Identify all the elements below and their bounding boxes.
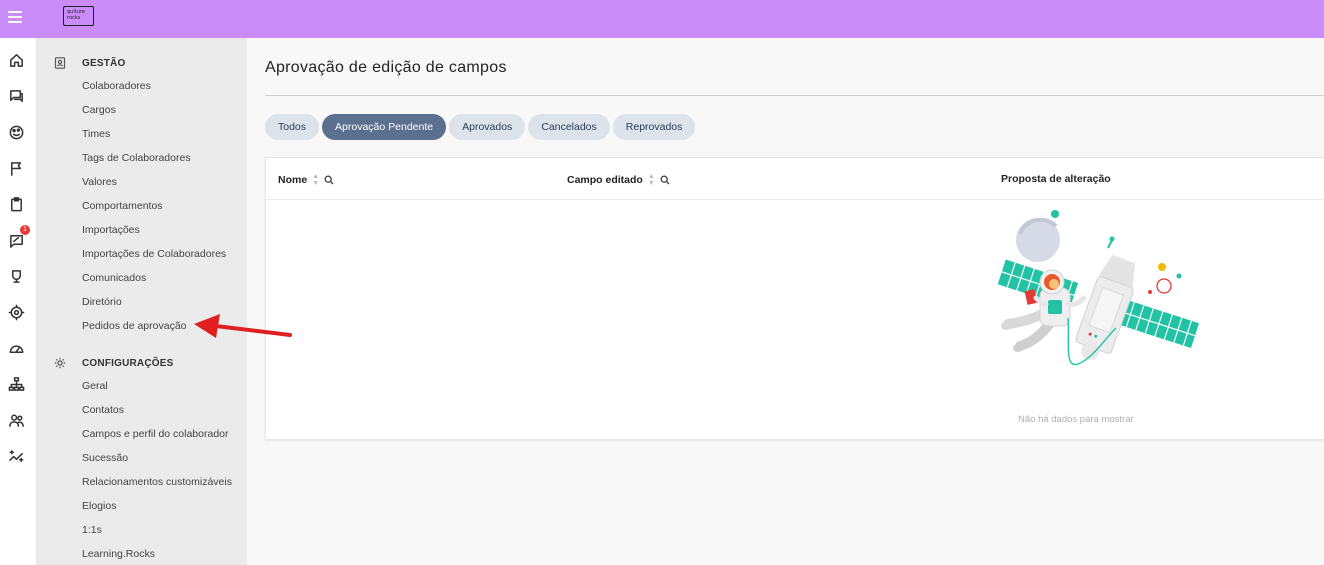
target-icon[interactable] [7,303,25,321]
search-icon[interactable] [324,175,334,185]
gauge-icon[interactable] [7,339,25,357]
sidebar-item-importacoes[interactable]: Importações [82,224,140,236]
notification-badge: 1 [20,225,30,235]
flag-icon[interactable] [7,159,25,177]
empty-state-astronaut-illustration [997,210,1200,366]
search-icon[interactable] [660,175,670,185]
sidebar-item-relacionamentos[interactable]: Relacionamentos customizáveis [82,476,232,488]
sidebar-item-comportamentos[interactable]: Comportamentos [82,200,163,212]
people-icon[interactable] [7,411,25,429]
title-divider [265,95,1324,96]
sort-icon[interactable]: ▲ ▼ [312,173,319,187]
logo[interactable]: qulture rocks [63,6,94,26]
sidebar-item-importacoes-colaboradores[interactable]: Importações de Colaboradores [82,248,226,260]
tab-todos[interactable]: Todos [265,114,320,140]
sidebar-item-valores[interactable]: Valores [82,176,117,188]
sidebar-item-sucessao[interactable]: Sucessão [82,452,128,464]
org-chart-icon[interactable] [7,375,25,393]
column-label-proposta: Proposta de alteração [1001,173,1111,185]
logo-text-bottom: rocks [67,15,81,21]
menu-icon[interactable] [8,11,22,23]
column-header-campo-editado[interactable]: Campo editado ▲ ▼ [567,173,670,187]
sidebar-item-diretorio[interactable]: Diretório [82,296,122,308]
sidebar: GESTÃO Colaboradores Cargos Times Tags d… [37,38,247,565]
table-header: Nome ▲ ▼ Campo editado ▲ ▼ Proposta de alt… [266,158,1324,200]
sidebar-item-times[interactable]: Times [82,128,110,140]
sidebar-item-contatos[interactable]: Contatos [82,404,124,416]
gear-icon [54,356,66,369]
column-label-campo-editado: Campo editado [567,174,643,186]
annotation-arrow [194,314,292,338]
sidebar-item-elogios[interactable]: Elogios [82,500,116,512]
home-icon[interactable] [7,51,25,69]
sidebar-item-cargos[interactable]: Cargos [82,104,116,116]
tab-cancelados[interactable]: Cancelados [528,114,610,140]
top-bar: qulture rocks [0,0,1324,38]
section-title-configuracoes: CONFIGURAÇÕES [82,358,174,369]
status-tabs: Todos Aprovação Pendente Aprovados Cance… [265,114,696,140]
empty-state-text: Não há dados para mostrar [1018,414,1134,425]
section-title-gestao: GESTÃO [82,58,126,69]
sidebar-item-campos-perfil[interactable]: Campos e perfil do colaborador [82,428,229,440]
tab-reprovados[interactable]: Reprovados [612,114,696,140]
page-title: Aprovação de edição de campos [265,59,507,76]
palette-icon[interactable] [7,123,25,141]
sidebar-item-comunicados[interactable]: Comunicados [82,272,146,284]
column-header-nome[interactable]: Nome ▲ ▼ [278,173,334,187]
person-badge-icon [54,56,66,69]
tab-aprovados[interactable]: Aprovados [449,114,526,140]
sidebar-item-geral[interactable]: Geral [82,380,108,392]
sparkle-chart-icon[interactable] [7,447,25,465]
column-header-proposta: Proposta de alteração [1001,173,1111,185]
chat-icon[interactable] [7,87,25,105]
sidebar-item-tags[interactable]: Tags de Colaboradores [82,152,191,164]
icon-rail: 1 [0,38,37,565]
clipboard-icon[interactable] [7,195,25,213]
sort-icon[interactable]: ▲ ▼ [648,173,655,187]
award-icon[interactable] [7,267,25,285]
tab-aprovacao-pendente[interactable]: Aprovação Pendente [322,114,447,140]
sidebar-item-1-1s[interactable]: 1:1s [82,524,102,536]
main-content: Aprovação de edição de campos Todos Apro… [247,38,1324,565]
sidebar-item-learning-rocks[interactable]: Learning.Rocks [82,548,155,560]
approvals-table: Nome ▲ ▼ Campo editado ▲ ▼ Proposta de alt… [265,157,1324,440]
feedback-icon[interactable]: 1 [7,225,30,249]
column-label-nome: Nome [278,174,308,186]
sidebar-item-pedidos-aprovacao[interactable]: Pedidos de aprovação [82,320,187,332]
sidebar-item-colaboradores[interactable]: Colaboradores [82,80,151,92]
